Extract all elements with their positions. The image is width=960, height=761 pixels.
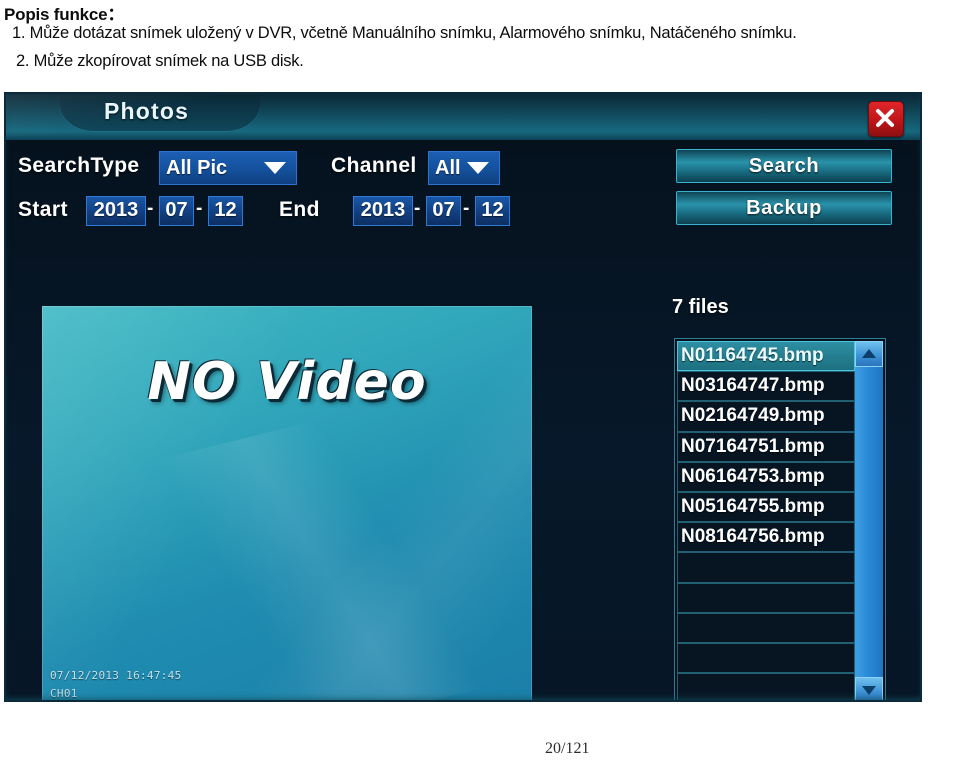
end-label: End	[279, 198, 320, 221]
start-date-separator-1: -	[147, 198, 154, 219]
file-list-item[interactable]: N08164756.bmp	[677, 522, 855, 553]
end-month-field[interactable]: 07	[426, 196, 461, 226]
search-type-select[interactable]: All Pic	[159, 151, 297, 185]
triangle-up-icon	[862, 349, 876, 358]
start-day-field[interactable]: 12	[208, 196, 243, 226]
start-year-field[interactable]: 2013	[86, 196, 146, 226]
file-list-item[interactable]: N01164745.bmp	[677, 341, 855, 372]
file-list-item[interactable]: N03164747.bmp	[677, 371, 855, 402]
end-year-field[interactable]: 2013	[353, 196, 413, 226]
chevron-down-icon	[467, 162, 489, 174]
channel-value: All	[435, 156, 461, 179]
file-list-item[interactable]	[677, 673, 855, 702]
file-list-rows: N01164745.bmp N03164747.bmp N02164749.bmp N…	[677, 341, 855, 702]
file-list-item[interactable]: N06164753.bmp	[677, 461, 855, 492]
dialog-title: Photos	[104, 98, 190, 124]
file-list-item[interactable]	[677, 552, 855, 583]
dialog-body: SearchType All Pic Channel All Start 201…	[4, 140, 922, 702]
close-button[interactable]	[868, 101, 904, 137]
section-heading: Popis funkce：	[4, 5, 125, 24]
backup-button[interactable]: Backup	[676, 191, 892, 225]
file-list-item[interactable]	[677, 612, 855, 643]
dialog-titlebar: Photos	[4, 92, 922, 140]
description-line-1: 1. Může dotázat snímek uložený v DVR, vč…	[12, 24, 797, 42]
end-date-separator-2: -	[463, 198, 470, 219]
triangle-down-icon	[862, 686, 876, 695]
search-type-value: All Pic	[166, 156, 228, 179]
file-list-panel: N01164745.bmp N03164747.bmp N02164749.bmp N…	[674, 338, 886, 702]
scroll-up-button[interactable]	[855, 341, 883, 367]
no-video-text: NO Video	[147, 352, 427, 412]
search-type-label: SearchType	[18, 154, 140, 177]
search-button[interactable]: Search	[676, 149, 892, 183]
file-list-item[interactable]: N02164749.bmp	[677, 401, 855, 432]
description-line-2: 2. Může zkopírovat snímek na USB disk.	[16, 52, 304, 70]
file-list-item[interactable]: N05164755.bmp	[677, 491, 855, 523]
file-list-item[interactable]	[677, 642, 855, 674]
end-day-field[interactable]: 12	[475, 196, 510, 226]
video-preview-pane[interactable]: NO Video 07/12/2013 16:47:45 CH01	[42, 306, 532, 702]
start-date-separator-2: -	[196, 198, 203, 219]
scroll-down-button[interactable]	[855, 677, 883, 702]
channel-label: Channel	[331, 154, 417, 177]
osd-channel: CH01	[50, 687, 78, 700]
chevron-down-icon	[264, 162, 286, 174]
files-count-label: 7 files	[672, 296, 729, 318]
osd-timestamp: 07/12/2013 16:47:45	[50, 669, 182, 682]
file-list-item[interactable]	[677, 582, 855, 613]
end-date-separator-1: -	[414, 198, 421, 219]
scrollbar-track[interactable]	[855, 367, 883, 677]
dvr-photos-dialog: Photos SearchType All Pic Channel All St…	[4, 92, 922, 702]
file-list-scrollbar[interactable]	[855, 341, 883, 702]
file-list-item[interactable]: N07164751.bmp	[677, 431, 855, 462]
start-label: Start	[18, 198, 68, 221]
page-number: 20/121	[545, 740, 590, 757]
channel-select[interactable]: All	[428, 151, 500, 185]
scrollbar-thumb[interactable]	[855, 367, 883, 677]
start-month-field[interactable]: 07	[159, 196, 194, 226]
